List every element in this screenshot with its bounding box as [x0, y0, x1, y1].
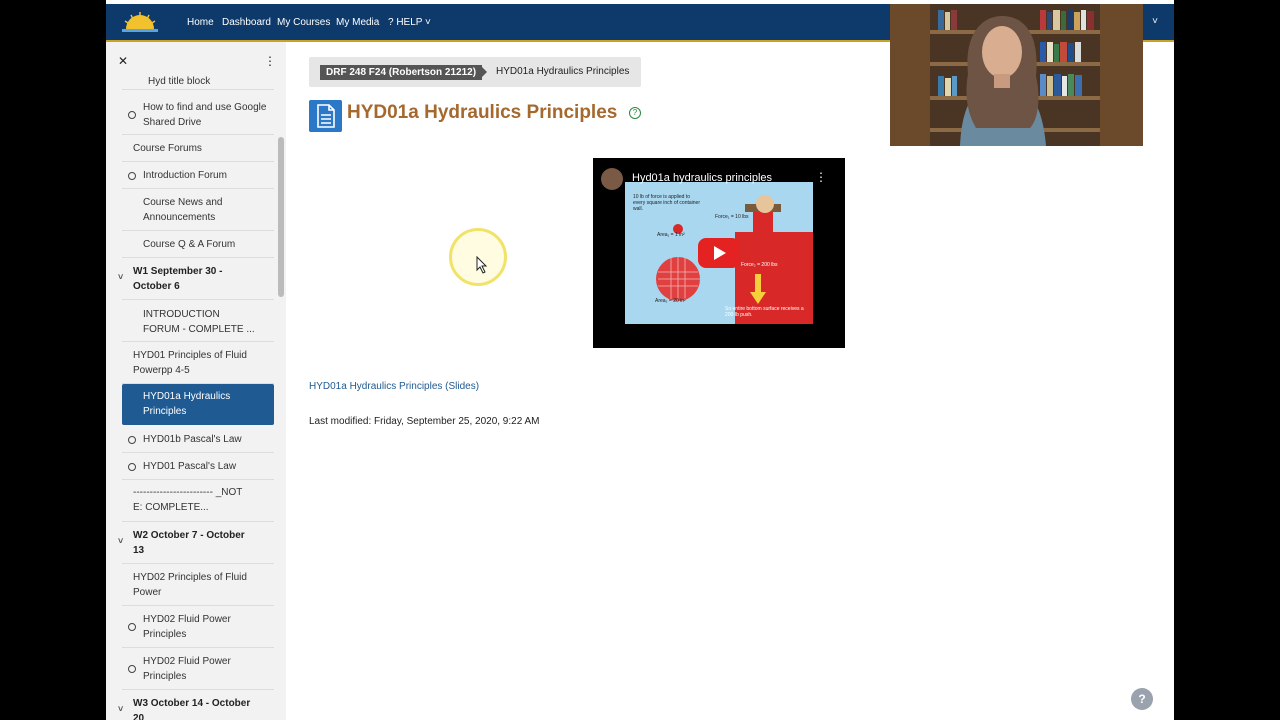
breadcrumb-arrow-icon	[480, 65, 487, 79]
breadcrumb: DRF 248 F24 (Robertson 21212) HYD01a Hyd…	[309, 57, 641, 87]
sidebar-item-label: Introduction Forum	[143, 170, 227, 181]
sidebar-item-course-forums[interactable]: Course Forums	[122, 135, 274, 162]
diagram-note-top: 10 lb of force is applied to every squar…	[633, 194, 700, 212]
video-player[interactable]: 10 lb of force is applied to every squar…	[593, 158, 845, 348]
sidebar-section-label: W3 October 14 - October 20	[133, 698, 251, 720]
incomplete-circle-icon	[128, 111, 136, 119]
sunrise-logo-icon[interactable]	[118, 7, 162, 37]
sidebar-item-hyd02-fluid-power-1[interactable]: HYD02 Fluid Power Principles	[122, 606, 274, 648]
incomplete-circle-icon	[128, 436, 136, 444]
nav-help-menu[interactable]: ? HELP ˅	[388, 17, 431, 28]
sidebar-section-label: W2 October 7 - October 13	[133, 530, 245, 556]
sidebar-item-course-qa-forum[interactable]: Course Q & A Forum	[122, 231, 274, 258]
sidebar-scrollbar[interactable]	[278, 137, 284, 297]
sidebar-item-hyd01-pascals-law[interactable]: HYD01 Pascal's Law	[122, 453, 274, 480]
page-title: HYD01a Hydraulics Principles	[347, 102, 618, 123]
slides-link[interactable]: HYD01a Hydraulics Principles (Slides)	[309, 381, 479, 392]
close-drawer-icon[interactable]: ✕	[118, 54, 128, 68]
sidebar-item-label: INTRODUCTION FORUM - COMPLETE ...	[143, 309, 255, 335]
help-floating-button[interactable]: ?	[1131, 688, 1153, 710]
sidebar-section-w1[interactable]: ˅ W1 September 30 - October 6	[118, 258, 274, 300]
video-more-icon[interactable]: ⋮	[815, 170, 827, 184]
sidebar-item-hyd02-fluid-power-2[interactable]: HYD02 Fluid Power Principles	[122, 648, 274, 690]
sidebar-section-label: W1 September 30 - October 6	[133, 266, 223, 292]
sidebar-item-hyd01a-active[interactable]: HYD01a Hydraulics Principles	[122, 384, 274, 425]
sidebar-item-label: HYD01b Pascal's Law	[143, 434, 242, 445]
webcam-overlay	[890, 4, 1143, 146]
incomplete-circle-icon	[128, 463, 136, 471]
nav-home-link[interactable]: Home	[187, 17, 214, 28]
nav-my-media-link[interactable]: My Media	[336, 17, 379, 28]
course-index-drawer: ✕ ⋮ Hyd title block How to find and use …	[106, 42, 286, 720]
video-title[interactable]: Hyd01a hydraulics principles	[632, 172, 772, 184]
help-icon[interactable]: ?	[629, 107, 641, 119]
sidebar-item-label: Hyd title block	[148, 76, 211, 87]
sidebar-item-course-news[interactable]: Course News and Announcements	[122, 189, 274, 231]
sidebar-item-label: HYD02 Principles of Fluid Power	[133, 572, 247, 598]
sidebar-item-label: HYD02 Fluid Power Principles	[143, 614, 231, 640]
diagram-force-output: Force₂ = 200 lbs	[741, 262, 778, 268]
breadcrumb-course-link[interactable]: DRF 248 F24 (Robertson 21212)	[320, 65, 483, 80]
sidebar-item-hyd01b-pascals-law[interactable]: HYD01b Pascal's Law	[122, 426, 274, 453]
presenter-video-image	[890, 4, 1143, 146]
channel-avatar[interactable]	[601, 168, 623, 190]
sidebar-item-label: HYD01a Hydraulics Principles	[143, 391, 231, 417]
sidebar-item-label: HYD01 Principles of Fluid Powerpp 4-5	[133, 350, 247, 376]
last-modified-text: Last modified: Friday, September 25, 202…	[309, 416, 540, 427]
diagram-area-output: Area₂ = 20 in²	[655, 298, 686, 304]
sidebar-section-w2[interactable]: ˅ W2 October 7 - October 13	[118, 522, 274, 564]
sidebar-item-label: Course News and Announcements	[143, 197, 223, 223]
sidebar-item-hyd02-principles[interactable]: HYD02 Principles of Fluid Power	[122, 564, 274, 606]
incomplete-circle-icon	[128, 172, 136, 180]
sidebar-item-google-shared-drive[interactable]: How to find and use Google Shared Drive	[122, 94, 274, 135]
diagram-area-input: Area₁ = 1 in²	[657, 232, 685, 238]
nav-my-courses-link[interactable]: My Courses	[277, 17, 330, 28]
chevron-down-icon: ˅	[118, 704, 124, 714]
nav-dashboard-link[interactable]: Dashboard	[222, 17, 271, 28]
chevron-down-icon: ˅	[118, 536, 124, 546]
mouse-pointer-icon	[476, 256, 488, 274]
sidebar-item-label: Course Q & A Forum	[143, 239, 236, 250]
sidebar-item-label: Course Forums	[133, 143, 202, 154]
sidebar-item-label: HYD01 Pascal's Law	[143, 461, 237, 472]
sidebar-item-label: How to find and use Google Shared Drive	[143, 102, 267, 128]
sidebar-item-label: HYD02 Fluid Power Principles	[143, 656, 231, 682]
diagram-note-bottom: So entire bottom surface receives a 200-…	[725, 306, 804, 318]
sidebar-item-introduction-forum[interactable]: Introduction Forum	[122, 162, 274, 189]
sidebar-item-introduction-forum-complete[interactable]: INTRODUCTION FORUM - COMPLETE ...	[122, 300, 274, 342]
play-button-icon[interactable]	[698, 238, 740, 268]
incomplete-circle-icon	[128, 665, 136, 673]
page-document-icon	[309, 100, 342, 132]
user-menu-chevron-icon[interactable]: ˅	[1152, 16, 1158, 27]
diagram-force-input: Force₁ = 10 lbs	[715, 214, 749, 220]
incomplete-circle-icon	[128, 623, 136, 631]
sidebar-item-hyd01-principles[interactable]: HYD01 Principles of Fluid Powerpp 4-5	[122, 342, 274, 384]
breadcrumb-current: HYD01a Hydraulics Principles	[496, 66, 630, 77]
drawer-menu-icon[interactable]: ⋮	[264, 54, 276, 68]
sidebar-item-hyd-title-block[interactable]: Hyd title block	[122, 72, 274, 90]
sidebar-item-label: ------------------------ _NOTE: COMPLETE…	[133, 487, 243, 513]
chevron-down-icon: ˅	[118, 272, 124, 282]
sidebar-item-note-complete[interactable]: ------------------------ _NOTE: COMPLETE…	[122, 480, 274, 522]
sidebar-section-w3[interactable]: ˅ W3 October 14 - October 20	[118, 690, 274, 720]
